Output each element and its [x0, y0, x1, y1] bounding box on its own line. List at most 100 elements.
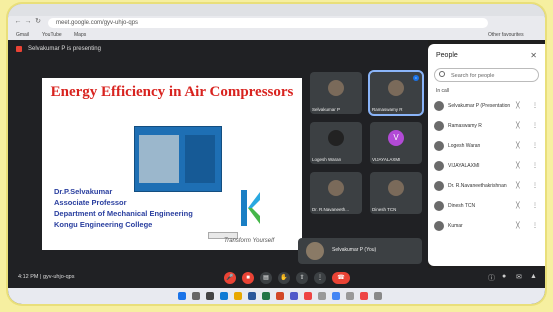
participant-tile[interactable]: Dinesh TCN: [370, 172, 422, 214]
more-options-icon[interactable]: ⋮: [532, 222, 538, 229]
list-item[interactable]: VIJAYALAXMI ╳ ⋮: [434, 158, 541, 174]
self-view-tile[interactable]: Selvakumar P (You): [298, 238, 422, 264]
chrome-icon[interactable]: [332, 292, 340, 300]
presentation-slide: Energy Efficiency in Air Compressors Dr.…: [42, 78, 302, 250]
participant-name: Selvakumar P (Presentation): [448, 103, 510, 109]
more-options-icon[interactable]: ⋮: [532, 142, 538, 149]
tile-name: Logesh Waran: [312, 157, 342, 162]
screen-frame: ← → ↻ meet.google.com/gyv-uhjo-qps Gmail…: [8, 4, 545, 304]
mic-off-icon[interactable]: ╳: [516, 142, 520, 149]
slide-college: Kongu Engineering College: [54, 220, 153, 229]
app-icon[interactable]: [360, 292, 368, 300]
mic-off-icon[interactable]: ╳: [516, 222, 520, 229]
forward-icon[interactable]: →: [24, 18, 32, 26]
avatar: [434, 101, 444, 111]
app-icon[interactable]: [346, 292, 354, 300]
college-logo-icon: [241, 190, 260, 226]
activities-icon[interactable]: ▲: [530, 273, 537, 280]
app-icon[interactable]: [318, 292, 326, 300]
bookmark-youtube[interactable]: YouTube: [42, 30, 62, 40]
tile-name: Dinesh TCN: [372, 207, 397, 212]
end-call-button[interactable]: ☎: [332, 272, 350, 284]
camera-toggle-button[interactable]: ■: [242, 272, 254, 284]
app-icon[interactable]: [304, 292, 312, 300]
people-search-input[interactable]: Search for people: [434, 68, 539, 82]
edge-icon[interactable]: [220, 292, 228, 300]
file-explorer-icon[interactable]: [234, 292, 242, 300]
mic-off-icon[interactable]: ╳: [516, 122, 520, 129]
back-icon[interactable]: ←: [14, 18, 22, 26]
more-options-icon[interactable]: ⋮: [532, 102, 538, 109]
participant-name: VIJAYALAXMI: [448, 163, 480, 169]
avatar: V: [388, 130, 404, 146]
list-item[interactable]: Selvakumar P (Presentation) ╳ ⋮: [434, 98, 541, 114]
slide-presenter-info: Dr.P.Selvakumar Associate Professor Depa…: [54, 186, 193, 230]
meeting-time-code: 4:12 PM | gyv-uhjo-qps: [18, 274, 75, 280]
word-icon[interactable]: [248, 292, 256, 300]
avatar: [434, 161, 444, 171]
tile-name: Dr. R.Navaneeth...: [312, 207, 350, 212]
more-options-icon[interactable]: ⋮: [532, 122, 538, 129]
participant-tile[interactable]: Dr. R.Navaneeth...: [310, 172, 362, 214]
info-icon[interactable]: ⓘ: [488, 273, 495, 283]
reload-icon[interactable]: ↻: [34, 18, 42, 26]
avatar: [306, 242, 324, 260]
people-panel-title: People: [436, 52, 458, 59]
raise-hand-button[interactable]: ✋: [278, 272, 290, 284]
tile-name: VIJAYALAXMI: [372, 157, 401, 162]
start-icon[interactable]: [178, 292, 186, 300]
address-bar[interactable]: meet.google.com/gyv-uhjo-qps: [48, 18, 488, 28]
participant-tile[interactable]: Logesh Waran: [310, 122, 362, 164]
browser-chrome: ← → ↻ meet.google.com/gyv-uhjo-qps Gmail…: [8, 4, 545, 40]
participant-name: Logesh Waran: [448, 143, 481, 149]
avatar: [434, 201, 444, 211]
list-item[interactable]: Kumar ╳ ⋮: [434, 218, 541, 234]
search-taskbar-icon[interactable]: [192, 292, 200, 300]
teams-icon[interactable]: [290, 292, 298, 300]
participant-tile[interactable]: Selvakumar P: [310, 72, 362, 114]
mic-off-icon[interactable]: ╳: [516, 162, 520, 169]
slide-designation: Associate Professor: [54, 198, 127, 207]
bookmark-other[interactable]: Other favourites: [488, 30, 524, 40]
participant-tile[interactable]: V VIJAYALAXMI: [370, 122, 422, 164]
list-item[interactable]: Ramaswamy R ╳ ⋮: [434, 118, 541, 134]
speaking-indicator-icon: •: [413, 75, 419, 81]
participant-name: Ramaswamy R: [448, 123, 482, 129]
search-icon: [439, 71, 445, 77]
avatar: [388, 180, 404, 196]
list-item[interactable]: Logesh Waran ╳ ⋮: [434, 138, 541, 154]
mic-toggle-button[interactable]: 🎤: [224, 272, 236, 284]
avatar: [328, 80, 344, 96]
presenting-label: Selvakumar P is presenting: [28, 46, 101, 52]
captions-button[interactable]: ▤: [260, 272, 272, 284]
more-options-icon[interactable]: ⋮: [532, 162, 538, 169]
more-options-button[interactable]: ⋮: [314, 272, 326, 284]
avatar: [434, 141, 444, 151]
close-icon[interactable]: ✕: [530, 51, 537, 60]
bookmarks-bar: Gmail YouTube Maps Other favourites: [8, 30, 545, 40]
list-item[interactable]: Dr. R.Navaneethakrishnan ╳ ⋮: [434, 178, 541, 194]
participant-tile-active[interactable]: • Ramaswamy R: [368, 70, 424, 116]
in-call-section-label: In call: [436, 88, 450, 94]
excel-icon[interactable]: [262, 292, 270, 300]
present-button[interactable]: ⇧: [296, 272, 308, 284]
chat-icon[interactable]: ✉: [516, 273, 522, 281]
mic-off-icon[interactable]: ╳: [516, 202, 520, 209]
app-icon[interactable]: [374, 292, 382, 300]
slide-tagline: Transform Yourself: [224, 238, 275, 244]
bookmark-maps[interactable]: Maps: [74, 30, 86, 40]
people-panel: People ✕ Search for people In call Selva…: [428, 44, 545, 266]
bookmark-gmail[interactable]: Gmail: [16, 30, 29, 40]
people-icon[interactable]: ●: [502, 273, 506, 280]
powerpoint-icon[interactable]: [276, 292, 284, 300]
mic-off-icon[interactable]: ╳: [516, 182, 520, 189]
presenting-bar: Selvakumar P is presenting: [8, 40, 428, 58]
participant-name: Dinesh TCN: [448, 203, 476, 209]
mic-off-icon[interactable]: ╳: [516, 102, 520, 109]
avatar: [388, 80, 404, 96]
more-options-icon[interactable]: ⋮: [532, 202, 538, 209]
meeting-time: 4:12 PM: [18, 274, 39, 280]
more-options-icon[interactable]: ⋮: [532, 182, 538, 189]
list-item[interactable]: Dinesh TCN ╳ ⋮: [434, 198, 541, 214]
task-view-icon[interactable]: [206, 292, 214, 300]
